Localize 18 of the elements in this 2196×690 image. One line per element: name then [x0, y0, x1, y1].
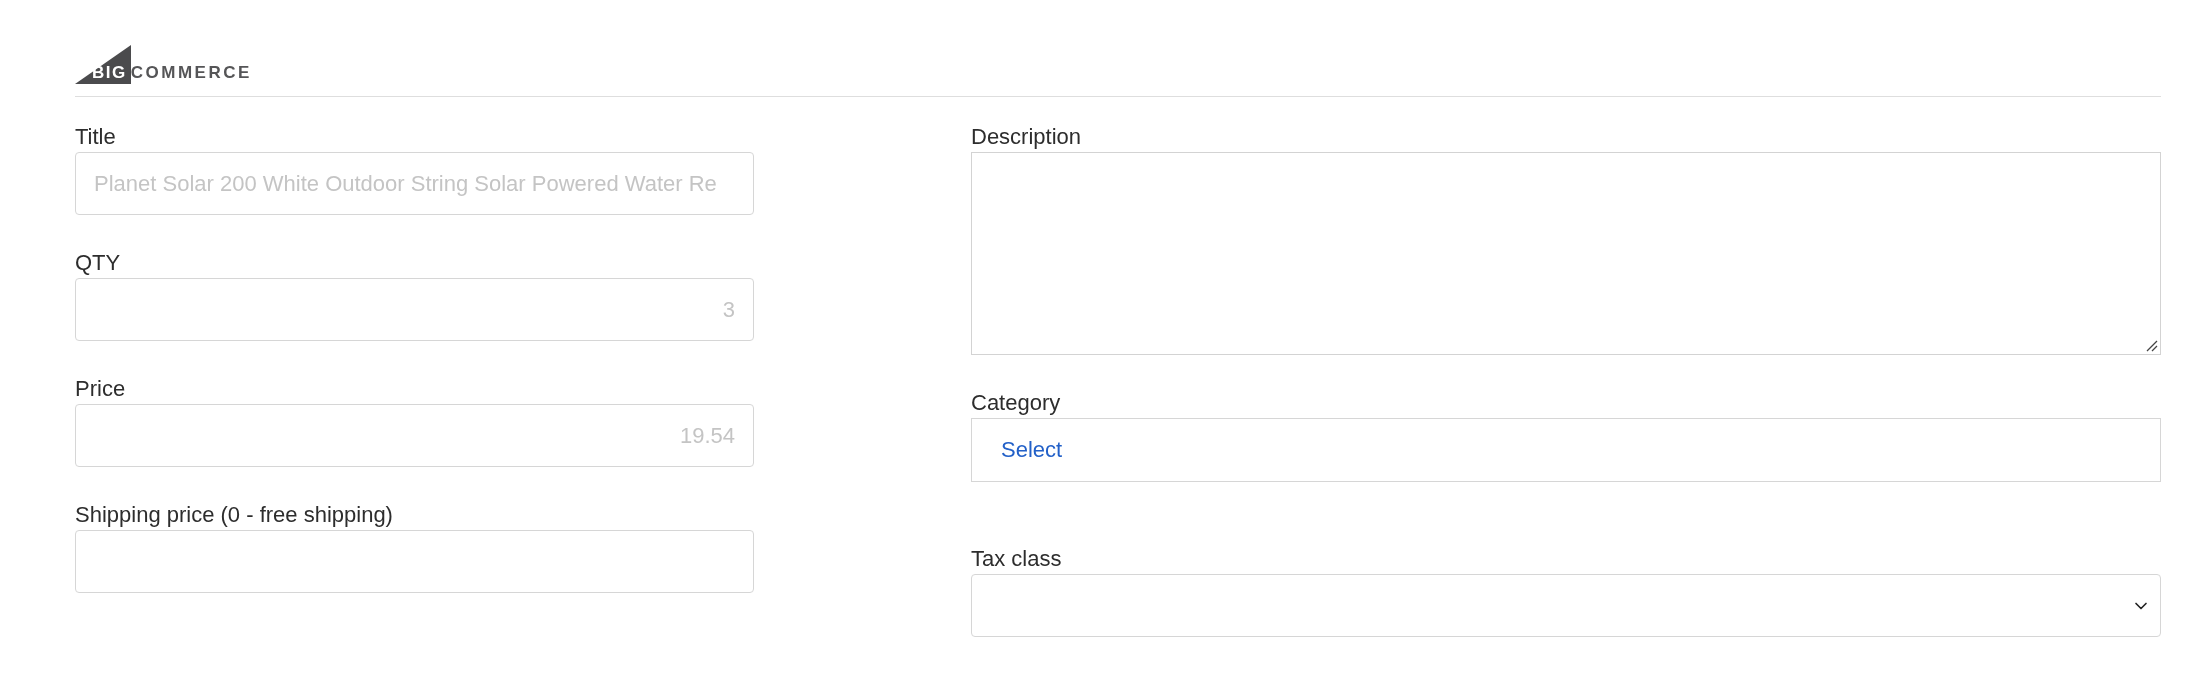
textarea-field[interactable] [971, 152, 2161, 355]
input-field[interactable] [75, 530, 754, 593]
field-label: Title [75, 125, 116, 149]
select-link[interactable]: Select [1001, 439, 1063, 461]
dropdown-select[interactable] [971, 574, 2161, 637]
input-field[interactable]: Planet Solar 200 White Outdoor String Solar Powered Water Re [75, 152, 754, 215]
field-label: Category [971, 391, 1061, 415]
field-label: Description [971, 125, 1082, 149]
resize-handle-icon[interactable] [2146, 340, 2158, 352]
field-label: QTY [75, 251, 121, 275]
field-label: Tax class [971, 547, 1062, 571]
logo-wordmark: COMMERCE [130, 64, 252, 81]
field-label: Price [75, 377, 126, 401]
category-picker[interactable]: Select [971, 418, 2161, 482]
input-field[interactable]: 19.54 [75, 404, 754, 467]
input-field[interactable]: 3 [75, 278, 754, 341]
field-label: Shipping price (0 - free shipping) [75, 503, 393, 527]
logo-triangle-icon [75, 45, 131, 84]
